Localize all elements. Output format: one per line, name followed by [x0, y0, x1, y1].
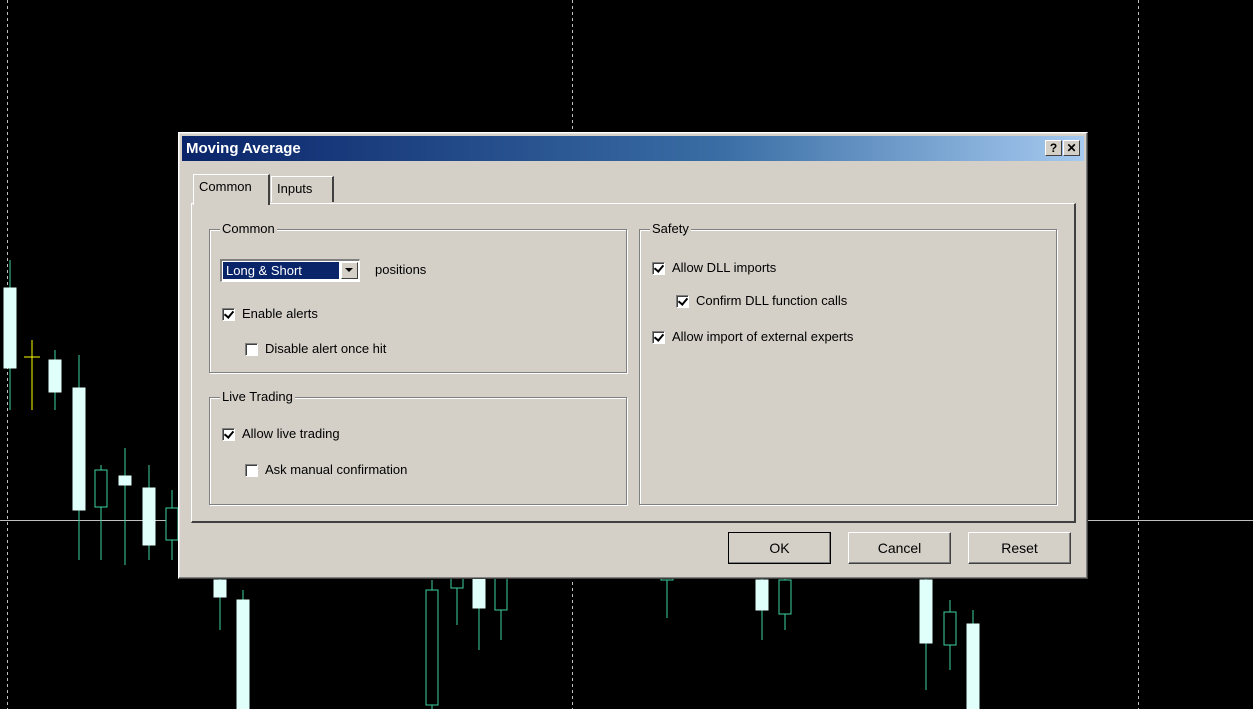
- chevron-down-icon[interactable]: [341, 262, 358, 279]
- common-group-label: Common: [220, 221, 277, 236]
- allow-dll-imports-label: Allow DLL imports: [672, 260, 777, 275]
- checkbox-icon[interactable]: [676, 295, 689, 308]
- checkbox-icon[interactable]: [245, 464, 258, 477]
- safety-group-label: Safety: [650, 221, 691, 236]
- ask-manual-confirmation-label: Ask manual confirmation: [265, 462, 408, 477]
- checkbox-icon[interactable]: [245, 343, 258, 356]
- positions-select-value: Long & Short: [223, 262, 339, 279]
- positions-select[interactable]: Long & Short: [220, 259, 360, 282]
- candle-body: [72, 387, 86, 511]
- candle-body: [48, 359, 62, 393]
- live-trading-group-label: Live Trading: [220, 389, 295, 404]
- confirm-dll-calls-label: Confirm DLL function calls: [696, 293, 848, 308]
- cancel-button[interactable]: Cancel: [848, 532, 951, 564]
- candle-body: [3, 287, 17, 369]
- dialog-title-bar[interactable]: Moving Average ? ✕: [182, 136, 1084, 161]
- dialog-title: Moving Average: [186, 140, 301, 157]
- candle-body: [94, 469, 108, 508]
- allow-live-trading-label: Allow live trading: [242, 426, 340, 441]
- candle-body: [142, 487, 156, 546]
- disable-alert-once-hit-label: Disable alert once hit: [265, 341, 387, 356]
- candle-body: [236, 599, 250, 709]
- candle-body: [755, 579, 769, 611]
- reset-button[interactable]: Reset: [968, 532, 1071, 564]
- candle-body: [450, 577, 464, 589]
- candle-body: [966, 623, 980, 709]
- allow-external-experts-label: Allow import of external experts: [672, 329, 854, 344]
- candle-body: [213, 579, 227, 598]
- candle-body: [943, 611, 957, 646]
- candle-body: [472, 577, 486, 609]
- enable-alerts-label: Enable alerts: [242, 306, 318, 321]
- tab-common[interactable]: Common: [193, 174, 270, 205]
- candle-body: [778, 579, 792, 615]
- close-icon[interactable]: ✕: [1063, 140, 1080, 156]
- checkbox-icon[interactable]: [652, 262, 665, 275]
- checkbox-icon[interactable]: [222, 308, 235, 321]
- live-trading-group: Live Trading: [209, 389, 627, 505]
- ok-button[interactable]: OK: [728, 532, 831, 564]
- checkbox-icon[interactable]: [652, 331, 665, 344]
- positions-label: positions: [375, 262, 427, 277]
- candle-body: [118, 475, 132, 486]
- help-button[interactable]: ?: [1045, 140, 1062, 156]
- candle-body: [425, 589, 439, 706]
- moving-average-dialog: Moving Average ? ✕ Common Inputs Common …: [178, 132, 1088, 579]
- candle-body: [919, 579, 933, 644]
- tab-inputs[interactable]: Inputs: [271, 176, 334, 202]
- candle-body: [165, 507, 179, 541]
- candle-body: [494, 577, 508, 611]
- checkbox-icon[interactable]: [222, 428, 235, 441]
